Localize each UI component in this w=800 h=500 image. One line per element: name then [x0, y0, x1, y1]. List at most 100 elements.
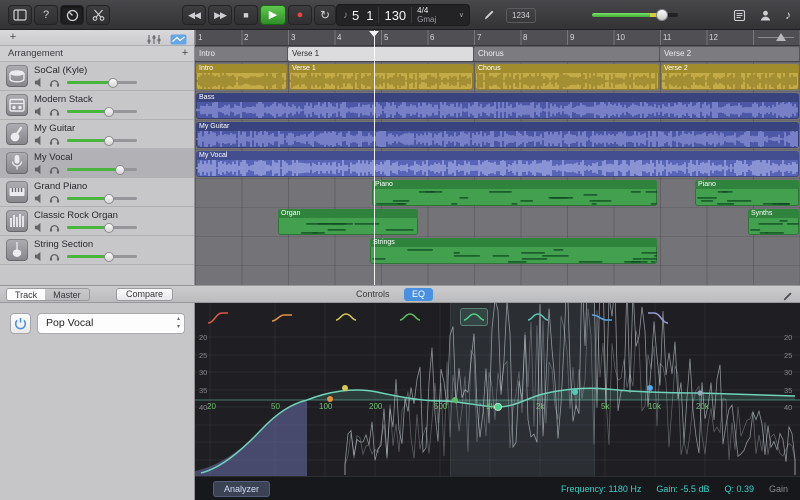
region-organ[interactable]: Organ — [278, 209, 418, 235]
arrangement-marker-verse2[interactable]: Verse 2 — [660, 47, 800, 61]
lcd-mode-icon[interactable]: ♪ — [337, 10, 352, 21]
quick-help-button[interactable]: ? — [34, 5, 58, 25]
timeline-ruler[interactable]: 1 2 3 4 5 6 7 8 9 10 11 12 — [195, 30, 800, 46]
track-row-grand-piano[interactable]: Grand Piano — [0, 178, 194, 207]
band-icon-lowpass[interactable] — [644, 308, 672, 326]
media-browser-button[interactable]: ♪ — [778, 5, 798, 25]
band-icon-low-shelf[interactable] — [268, 308, 296, 326]
notepad-button[interactable] — [728, 5, 750, 25]
forward-button[interactable]: ▶▶ — [208, 5, 232, 25]
arrangement-marker-chorus[interactable]: Chorus — [474, 47, 660, 61]
record-button[interactable]: ● — [288, 5, 312, 25]
region-strings[interactable]: Strings — [370, 238, 657, 264]
stop-button[interactable]: ■ — [234, 5, 258, 25]
track-row-socal[interactable]: SoCal (Kyle) — [0, 62, 194, 91]
q-readout[interactable]: Q: 0.39 — [724, 484, 754, 494]
band-icon-bell-1[interactable] — [332, 308, 360, 326]
frequency-readout[interactable]: Frequency: 1180 Hz — [561, 484, 641, 494]
volume-slider[interactable] — [67, 197, 137, 200]
lcd-bar[interactable]: 5 — [352, 8, 359, 23]
master-volume-slider[interactable] — [592, 13, 678, 17]
smart-controls-button[interactable] — [60, 5, 84, 25]
time-signature[interactable]: 4/4 — [417, 6, 436, 15]
region-my-vocal[interactable]: My Vocal — [196, 151, 799, 177]
lcd-tempo[interactable]: 130 — [384, 8, 406, 23]
play-button[interactable]: ▶ — [260, 5, 286, 25]
mute-icon[interactable] — [34, 77, 45, 88]
mute-icon[interactable] — [34, 164, 45, 175]
mute-icon[interactable] — [34, 222, 45, 233]
region-piano-a[interactable]: Piano — [372, 180, 657, 206]
key-signature[interactable]: Gmaj — [417, 15, 436, 24]
tab-master[interactable]: Master — [45, 289, 89, 300]
track-row-my-guitar[interactable]: My Guitar — [0, 120, 194, 149]
editors-button[interactable] — [86, 5, 110, 25]
mute-icon[interactable] — [34, 251, 45, 262]
add-arrangement-marker-button[interactable]: + — [178, 47, 192, 59]
tab-eq[interactable]: EQ — [404, 288, 433, 301]
region-drummer-chorus[interactable]: Chorus — [475, 64, 659, 90]
volume-slider[interactable] — [67, 110, 137, 113]
add-track-button[interactable]: + — [6, 31, 20, 43]
region-my-guitar[interactable]: My Guitar — [196, 122, 799, 148]
solo-icon[interactable] — [49, 164, 60, 175]
band-icon-high-shelf[interactable] — [588, 308, 616, 326]
lcd-beat[interactable]: 1 — [366, 8, 373, 23]
band-icon-highpass[interactable] — [204, 308, 232, 326]
solo-icon[interactable] — [49, 135, 60, 146]
analyzer-button[interactable]: Analyzer — [213, 481, 270, 497]
region-synths[interactable]: Synths — [748, 209, 799, 235]
region-drummer-verse2[interactable]: Verse 2 — [661, 64, 799, 90]
band-icon-bell-3-selected[interactable] — [460, 308, 488, 326]
preset-stepper[interactable]: ▴ ▾ — [177, 315, 180, 331]
solo-icon[interactable] — [49, 222, 60, 233]
playhead[interactable] — [374, 30, 375, 285]
region-bass[interactable]: Bass — [196, 93, 799, 119]
compare-button[interactable]: Compare — [116, 288, 173, 301]
track-row-my-vocal[interactable]: My Vocal — [0, 149, 194, 178]
lcd-chevron-icon[interactable]: ∨ — [459, 11, 469, 19]
solo-icon[interactable] — [49, 77, 60, 88]
region-drummer-intro[interactable]: Intro — [196, 64, 287, 90]
lcd-key-signature[interactable]: 4/4 Gmaj — [417, 6, 436, 24]
timeline-lanes[interactable]: Intro Verse 1 Chorus Verse 2 Bass My Gui… — [195, 62, 800, 285]
zoom-knob[interactable] — [776, 33, 786, 41]
lcd-display[interactable]: ♪ 5 1 130 4/4 Gmaj ∨ — [336, 4, 470, 26]
loop-browser-button[interactable] — [754, 5, 776, 25]
volume-slider[interactable] — [67, 139, 137, 142]
rewind-button[interactable]: ◀◀ — [182, 5, 206, 25]
plugin-power-button[interactable] — [10, 313, 31, 334]
mute-icon[interactable] — [34, 106, 45, 117]
tuner-button[interactable] — [478, 5, 500, 25]
solo-icon[interactable] — [49, 251, 60, 262]
arrangement-row[interactable]: Arrangement + — [0, 46, 194, 62]
preset-popup[interactable]: Pop Vocal ▴ ▾ — [37, 313, 185, 334]
track-row-classic-rock-organ[interactable]: Classic Rock Organ — [0, 207, 194, 236]
volume-knob[interactable] — [656, 9, 668, 21]
tab-track[interactable]: Track — [7, 289, 45, 300]
playhead-handle[interactable] — [369, 31, 379, 37]
region-piano-b[interactable]: Piano — [695, 180, 799, 206]
volume-slider[interactable] — [67, 255, 137, 258]
band-icon-bell-4[interactable] — [524, 308, 552, 326]
tab-controls[interactable]: Controls — [356, 289, 390, 299]
solo-icon[interactable] — [49, 193, 60, 204]
volume-slider[interactable] — [67, 226, 137, 229]
arrangement-marker-verse1[interactable]: Verse 1 — [288, 47, 474, 61]
mute-icon[interactable] — [34, 135, 45, 146]
count-in-button[interactable]: 1234 — [506, 8, 536, 23]
track-row-modern-stack[interactable]: Modern Stack — [0, 91, 194, 120]
library-button[interactable] — [8, 5, 32, 25]
zoom-slider[interactable] — [754, 30, 798, 45]
cycle-button[interactable]: ↻ — [314, 5, 336, 25]
gain-readout[interactable]: Gain: -5.5 dB — [656, 484, 709, 494]
mute-icon[interactable] — [34, 193, 45, 204]
solo-icon[interactable] — [49, 106, 60, 117]
volume-slider[interactable] — [67, 81, 137, 84]
band-icon-bell-2[interactable] — [396, 308, 424, 326]
region-drummer-verse1[interactable]: Verse 1 — [289, 64, 473, 90]
arrangement-marker-intro[interactable]: Intro — [195, 47, 288, 61]
volume-slider[interactable] — [67, 168, 137, 171]
track-row-string-section[interactable]: String Section — [0, 236, 194, 265]
eq-graph[interactable] — [195, 303, 800, 476]
